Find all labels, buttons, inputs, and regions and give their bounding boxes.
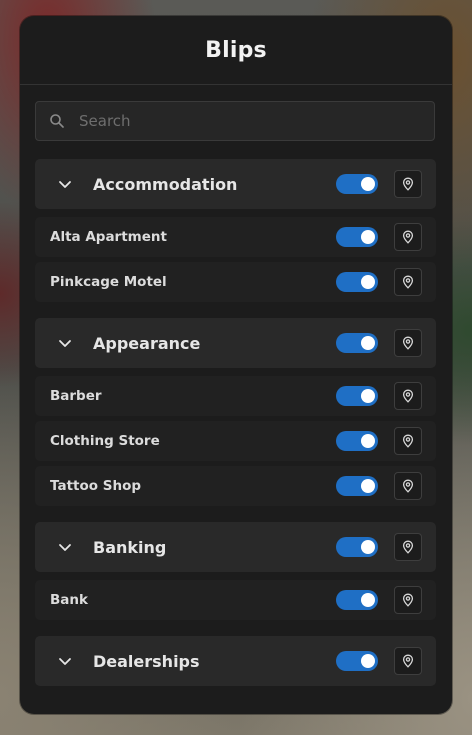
panel-title: Blips — [205, 37, 267, 63]
map-pin-icon — [402, 389, 414, 403]
category-label: Dealerships — [93, 651, 200, 671]
toggle-knob — [361, 336, 375, 350]
toggle-knob — [361, 540, 375, 554]
search-icon — [49, 113, 65, 129]
waypoint-button[interactable] — [394, 223, 422, 251]
map-pin-icon — [402, 654, 414, 668]
category-label: Accommodation — [93, 174, 238, 194]
item-toggle[interactable] — [336, 431, 378, 451]
waypoint-button[interactable] — [394, 472, 422, 500]
toggle-knob — [361, 275, 375, 289]
toggle-knob — [361, 654, 375, 668]
map-pin-icon — [402, 479, 414, 493]
category-toggle-accommodation[interactable] — [336, 174, 378, 194]
list-item-alta-apartment: Alta Apartment — [35, 217, 436, 257]
category-toggle-banking[interactable] — [336, 537, 378, 557]
item-toggle[interactable] — [336, 386, 378, 406]
panel-header: Blips — [20, 16, 452, 85]
toggle-knob — [361, 434, 375, 448]
waypoint-button[interactable] — [394, 382, 422, 410]
blips-panel: Blips Accommodation Alta Apartment Pinkc… — [20, 16, 452, 714]
category-dealerships[interactable]: Dealerships — [35, 636, 436, 686]
category-accommodation[interactable]: Accommodation — [35, 159, 436, 209]
item-toggle[interactable] — [336, 590, 378, 610]
waypoint-button[interactable] — [394, 268, 422, 296]
item-label: Pinkcage Motel — [50, 274, 167, 290]
chevron-down-icon[interactable] — [57, 653, 73, 669]
item-label: Bank — [50, 592, 88, 608]
item-label: Tattoo Shop — [50, 478, 142, 494]
map-pin-icon — [402, 434, 414, 448]
chevron-down-icon[interactable] — [57, 335, 73, 351]
list-item-bank: Bank — [35, 580, 436, 620]
list-item-barber: Barber — [35, 376, 436, 416]
list-item-clothing-store: Clothing Store — [35, 421, 436, 461]
list-item-tattoo-shop: Tattoo Shop — [35, 466, 436, 506]
chevron-down-icon[interactable] — [57, 539, 73, 555]
map-pin-icon — [402, 275, 414, 289]
chevron-down-icon[interactable] — [57, 176, 73, 192]
toggle-knob — [361, 593, 375, 607]
map-pin-icon — [402, 336, 414, 350]
map-pin-icon — [402, 540, 414, 554]
waypoint-button[interactable] — [394, 170, 422, 198]
map-pin-icon — [402, 230, 414, 244]
list-item-pinkcage-motel: Pinkcage Motel — [35, 262, 436, 302]
waypoint-button[interactable] — [394, 533, 422, 561]
search-box[interactable] — [35, 101, 435, 141]
waypoint-button[interactable] — [394, 586, 422, 614]
item-toggle[interactable] — [336, 227, 378, 247]
category-appearance[interactable]: Appearance — [35, 318, 436, 368]
toggle-knob — [361, 479, 375, 493]
waypoint-button[interactable] — [394, 647, 422, 675]
category-banking[interactable]: Banking — [35, 522, 436, 572]
map-pin-icon — [402, 177, 414, 191]
map-pin-icon — [402, 593, 414, 607]
item-label: Barber — [50, 388, 102, 404]
waypoint-button[interactable] — [394, 427, 422, 455]
category-toggle-dealerships[interactable] — [336, 651, 378, 671]
category-label: Banking — [93, 537, 167, 557]
toggle-knob — [361, 230, 375, 244]
category-toggle-appearance[interactable] — [336, 333, 378, 353]
item-toggle[interactable] — [336, 272, 378, 292]
toggle-knob — [361, 177, 375, 191]
search-input[interactable] — [77, 111, 434, 131]
waypoint-button[interactable] — [394, 329, 422, 357]
item-label: Alta Apartment — [50, 229, 167, 245]
item-toggle[interactable] — [336, 476, 378, 496]
toggle-knob — [361, 389, 375, 403]
item-label: Clothing Store — [50, 433, 160, 449]
category-label: Appearance — [93, 333, 201, 353]
